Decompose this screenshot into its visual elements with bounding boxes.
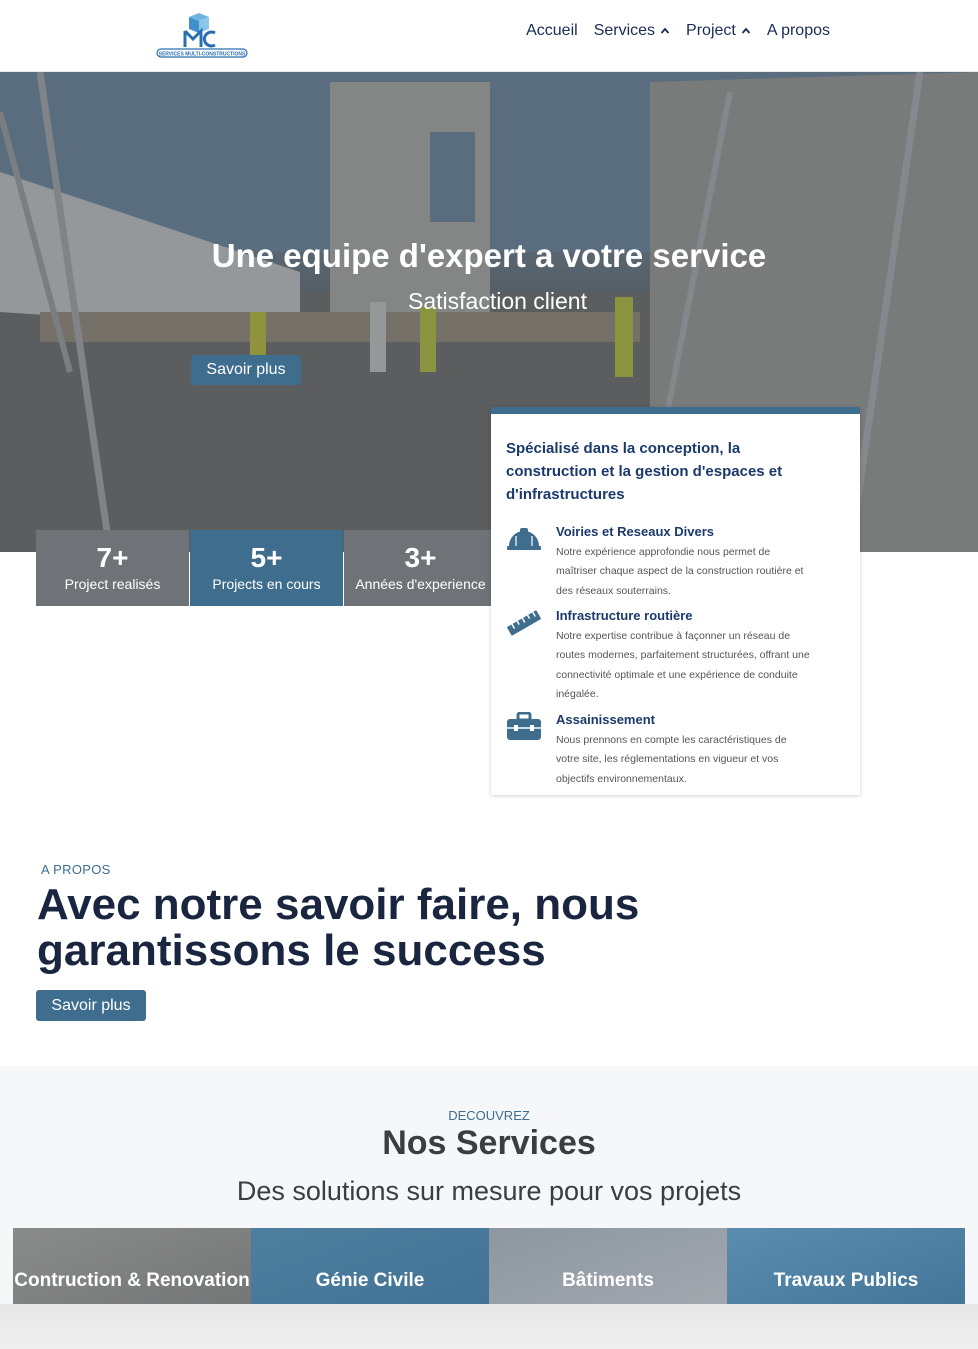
main-nav: Accueil Services Project A propos	[526, 22, 830, 40]
logo-text: SERVICES MULTI-CONSTRUCTIONS	[159, 52, 246, 58]
company-logo[interactable]: SERVICES MULTI-CONSTRUCTIONS	[155, 13, 250, 59]
stats-bar: 7+ Project realisés 5+ Projects en cours…	[36, 530, 497, 606]
hard-hat-icon	[507, 528, 541, 550]
services-subtitle: Des solutions sur mesure pour vos projet…	[236, 1176, 742, 1206]
about-eyebrow: A PROPOS	[41, 862, 111, 877]
stat-value: 5+	[250, 542, 283, 573]
chevron-up-icon	[660, 27, 670, 34]
nav-label: Project	[686, 22, 736, 39]
service-tile-label: Travaux Publics	[773, 1270, 919, 1291]
specialisation-card: Spécialisé dans la conception, la constr…	[491, 407, 860, 795]
service-tile-label: Génie Civile	[315, 1270, 425, 1291]
nav-project[interactable]: Project	[686, 22, 751, 40]
nav-services[interactable]: Services	[594, 22, 670, 40]
stat-label: Années d'experience	[355, 576, 486, 592]
service-title: Voiries et Reseaux Divers	[556, 524, 715, 539]
about-title: Avec notre savoir faire, nous garantisso…	[37, 880, 640, 975]
nav-label: A propos	[766, 22, 830, 39]
service-description: Nous prennons en compte les caractéristi…	[556, 734, 787, 785]
stat-projects-done: 7+ Project realisés	[36, 530, 189, 606]
nav-a-propos[interactable]: A propos	[767, 22, 830, 40]
stat-label: Project realisés	[64, 576, 161, 592]
services-title: Nos Services	[382, 1124, 596, 1162]
toolbox-icon	[507, 712, 541, 740]
card-title: Spécialisé dans la conception, la constr…	[506, 440, 783, 503]
service-tile-label: Bâtiments	[562, 1270, 654, 1291]
about-savoir-plus-button[interactable]: Savoir plus	[36, 990, 146, 1021]
hero-savoir-plus-button[interactable]: Savoir plus	[191, 355, 301, 385]
stat-projects-ongoing: 5+ Projects en cours	[190, 530, 343, 606]
service-title: Infrastructure routière	[556, 608, 693, 623]
services-eyebrow: DECOUVREZ	[448, 1108, 530, 1123]
hero-subtitle: Satisfaction client	[408, 288, 587, 314]
stat-value: 7+	[96, 542, 129, 573]
ruler-icon	[507, 610, 541, 636]
service-description: Notre expertise contribue à façonner un …	[556, 630, 810, 700]
chevron-up-icon	[741, 27, 751, 34]
stat-label: Projects en cours	[212, 576, 321, 592]
nav-label: Services	[593, 22, 656, 39]
site-header: SERVICES MULTI-CONSTRUCTIONS Accueil Ser…	[0, 0, 978, 72]
service-description: Notre expérience approfondie nous permet…	[556, 546, 804, 597]
service-tile-label: Contruction & Renovation	[14, 1270, 250, 1291]
stat-value: 3+	[404, 542, 437, 573]
service-title: Assainissement	[556, 712, 655, 727]
stat-years-experience: 3+ Années d'experience	[344, 530, 497, 606]
nav-label: Accueil	[526, 22, 578, 39]
hero-title: Une equipe d'expert a votre service	[211, 237, 767, 274]
nav-accueil[interactable]: Accueil	[526, 22, 578, 40]
browser-bottom-bar	[0, 1304, 978, 1349]
